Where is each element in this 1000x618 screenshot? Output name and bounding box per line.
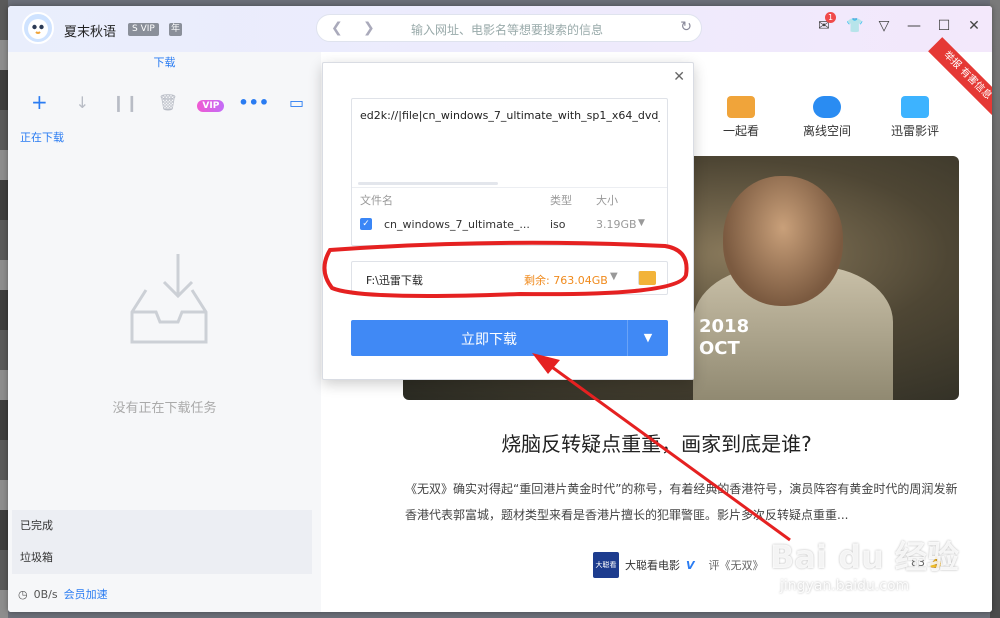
vip-tag: VIP — [197, 99, 225, 112]
source-name[interactable]: 大聪看电影 — [625, 557, 680, 573]
file-checkbox[interactable]: ✓ — [360, 218, 372, 230]
free-space: 剩余: 763.04GB — [524, 274, 608, 287]
quick-link-offline-space[interactable]: 离线空间 — [787, 96, 867, 139]
maximize-icon[interactable]: ☐ — [936, 18, 952, 34]
start-download-icon[interactable]: ↓ — [61, 93, 104, 112]
article-headline[interactable]: 烧脑反转疑点重重，画家到底是谁? — [321, 428, 992, 457]
desktop-background-strip — [0, 0, 8, 618]
bird-mascot-icon — [28, 19, 48, 39]
speed-clock-icon: ◷ — [18, 587, 28, 601]
file-type: iso — [550, 218, 566, 231]
url-bar[interactable]: ❮ ❯ 输入网址、电影名等想要搜索的信息 ↻ — [316, 14, 702, 42]
status-footer: ◷ 0B/s 会员加速 — [18, 586, 108, 602]
download-now-label: 立即下载 — [461, 332, 517, 348]
monitor-icon[interactable]: ▭ — [275, 93, 318, 112]
quick-link-watch-together[interactable]: 一起看 — [701, 96, 781, 139]
section-completed[interactable]: 已完成 — [12, 510, 312, 542]
menu-dropdown-icon[interactable]: ▽ — [876, 18, 892, 34]
file-table-header: 文件名 类型 大小 — [352, 187, 667, 207]
new-download-dialog: ✕ ed2k://|file|cn_windows_7_ultimate_wit… — [322, 62, 694, 380]
cloud-icon — [813, 96, 841, 118]
article-summary[interactable]: 《无双》确实对得起“重回港片黄金时代”的称号，有着经典的香港符号，演员阵容有黄金… — [405, 476, 965, 528]
empty-inbox-icon — [130, 254, 208, 344]
download-options-dropdown-icon[interactable]: ▼ — [627, 320, 668, 356]
empty-state-text: 没有正在下载任务 — [112, 401, 217, 416]
section-downloading[interactable]: 正在下载 — [20, 129, 64, 145]
pause-icon[interactable]: ❙❙ — [104, 93, 147, 112]
download-speed: 0B/s — [33, 587, 58, 601]
tab-download[interactable]: 下载 — [8, 54, 321, 70]
download-now-button[interactable]: 立即下载 ▼ — [351, 320, 668, 356]
download-panel: 下载 + ↓ ❙❙ 🗑 VIP ••• ▭ 正在下载 没有正在下载任务 已完成 … — [8, 52, 321, 612]
window-controls: ✉ 1 👕 ▽ — ☐ ✕ — [816, 12, 982, 34]
file-row[interactable]: ✓ cn_windows_7_ultimate_... iso 3.19GB ▼ — [352, 209, 667, 239]
source-logo[interactable]: 大聪看电影 — [593, 552, 619, 595]
banner-figure-face — [723, 176, 843, 306]
source-comment: 评《无双》 — [708, 559, 764, 572]
quick-link-label: 一起看 — [722, 124, 759, 138]
save-path: F:\迅雷下载 — [366, 274, 423, 287]
baidu-watermark: Bai du 经验 — [770, 538, 959, 576]
path-dropdown-icon[interactable]: ▼ — [610, 271, 618, 282]
thunder-app-window: 夏末秋语 S VIP 年 ❮ ❯ 输入网址、电影名等想要搜索的信息 ↻ ✉ 1 👕… — [8, 6, 992, 612]
annual-badge: 年 — [169, 23, 182, 36]
article-source: 大聪看电影 大聪看电影 V 评《无双》 — [593, 552, 764, 595]
username[interactable]: 夏末秋语 — [64, 21, 116, 40]
mail-icon[interactable]: ✉ 1 — [816, 12, 837, 34]
vip-button[interactable]: VIP — [189, 93, 232, 112]
mail-count-badge: 1 — [825, 12, 837, 23]
add-task-icon[interactable]: + — [18, 90, 61, 114]
refresh-icon[interactable]: ↻ — [680, 19, 692, 35]
forward-arrow-icon[interactable]: ❯ — [363, 20, 375, 36]
quick-link-movie-review[interactable]: 迅雷影评 — [875, 96, 955, 139]
section-trash[interactable]: 垃圾箱 — [12, 542, 312, 574]
dialog-close-icon[interactable]: ✕ — [673, 69, 685, 85]
col-type: 类型 — [550, 194, 572, 207]
file-name: cn_windows_7_ultimate_... — [384, 218, 530, 231]
file-size: 3.19GB — [596, 218, 637, 231]
download-toolbar: + ↓ ❙❙ 🗑 VIP ••• ▭ — [18, 90, 318, 114]
link-textarea[interactable]: ed2k://|file|cn_windows_7_ultimate_with_… — [360, 109, 660, 122]
back-arrow-icon[interactable]: ❮ — [331, 20, 343, 36]
quick-link-label: 迅雷影评 — [890, 124, 939, 138]
folder-icon[interactable] — [638, 271, 656, 285]
col-size: 大小 — [596, 194, 618, 207]
skin-shirt-icon[interactable]: 👕 — [846, 18, 863, 34]
3d-glasses-icon — [901, 96, 929, 118]
size-caret-icon[interactable]: ▼ — [638, 218, 645, 228]
title-bar: 夏末秋语 S VIP 年 ❮ ❯ 输入网址、电影名等想要搜索的信息 ↻ ✉ 1 👕… — [8, 6, 992, 52]
close-icon[interactable]: ✕ — [966, 18, 982, 34]
col-filename: 文件名 — [360, 194, 393, 207]
delete-trash-icon[interactable]: 🗑 — [147, 93, 190, 112]
member-accelerate-link[interactable]: 会员加速 — [64, 586, 108, 602]
verified-icon: V — [686, 558, 695, 572]
quick-link-label: 离线空间 — [802, 124, 851, 138]
more-options-icon[interactable]: ••• — [232, 93, 275, 112]
url-input-placeholder[interactable]: 输入网址、电影名等想要搜索的信息 — [411, 21, 603, 38]
save-path-selector[interactable]: F:\迅雷下载 剩余: 763.04GB ▼ — [351, 261, 668, 295]
camera-icon — [727, 96, 755, 118]
svip-badge: S VIP — [128, 23, 159, 36]
banner-year: 2018 — [699, 316, 750, 337]
task-details-box: ed2k://|file|cn_windows_7_ultimate_with_… — [351, 98, 668, 246]
link-scrollbar[interactable] — [358, 182, 498, 185]
baidu-watermark-url: jingyan.baidu.com — [780, 578, 910, 594]
banner-month: OCT — [699, 338, 740, 359]
minimize-icon[interactable]: — — [906, 18, 922, 34]
user-avatar[interactable] — [22, 12, 54, 44]
